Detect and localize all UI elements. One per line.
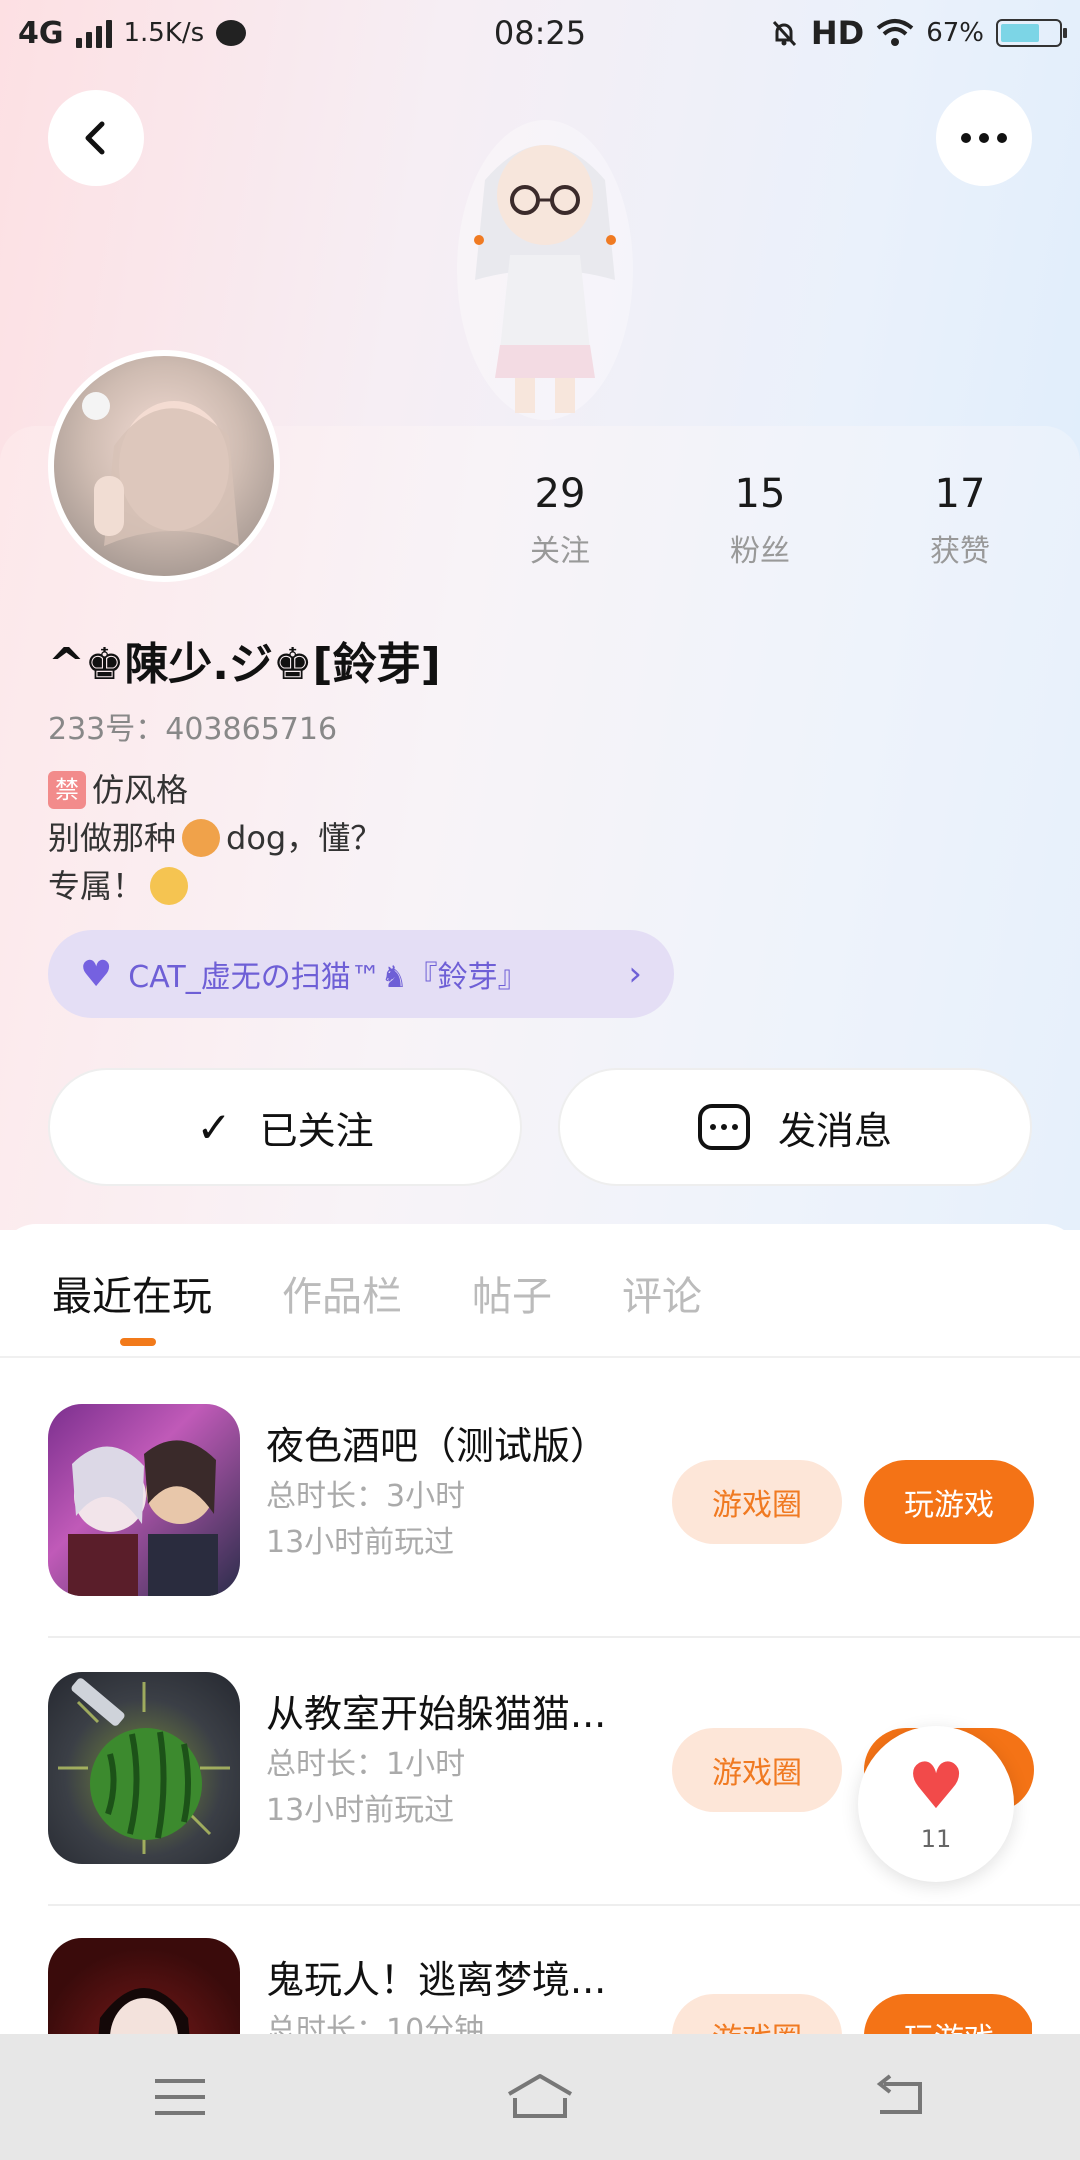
- game-row[interactable]: 鬼玩人！逃离梦境... 总时长：10分钟 游戏圈 玩游戏: [48, 1938, 1032, 2034]
- more-options-button[interactable]: [936, 90, 1032, 186]
- game-icon-watermelon[interactable]: [48, 1672, 240, 1864]
- home-icon: [507, 2074, 573, 2118]
- play-game-button[interactable]: 玩游戏: [864, 1460, 1034, 1544]
- tab-comments[interactable]: 评论: [622, 1264, 702, 1354]
- bio-line-3: 专属！: [48, 867, 145, 905]
- play-game-button[interactable]: 玩游戏: [864, 1994, 1032, 2034]
- chevron-left-icon: [85, 121, 105, 155]
- hd-indicator: HD: [810, 14, 865, 52]
- heart-icon: ♥: [907, 1750, 965, 1824]
- followers-count: 15: [734, 471, 786, 517]
- likes-label: 获赞: [930, 534, 990, 569]
- tab-works[interactable]: 作品栏: [282, 1264, 402, 1354]
- character-figure-image: [457, 120, 633, 420]
- game-duration: 总时长：1小时: [266, 1747, 466, 1782]
- followers-label: 粉丝: [730, 534, 790, 569]
- username: ^♚陳少.ジ♚[鈴芽]: [48, 639, 441, 690]
- following-count: 29: [534, 471, 586, 517]
- chat-notification-icon: [216, 20, 247, 46]
- system-navigation-bar: [0, 2034, 1080, 2160]
- likes-count: 17: [934, 471, 986, 517]
- send-message-button[interactable]: 发消息: [558, 1068, 1032, 1186]
- game-circle-button[interactable]: 游戏圈: [672, 1728, 842, 1812]
- row-divider: [48, 1636, 1080, 1638]
- guild-heart-icon: ♥: [80, 953, 113, 995]
- back-nav-button[interactable]: [860, 2067, 940, 2127]
- game-circle-button[interactable]: 游戏圈: [672, 1994, 842, 2034]
- following-button-label: 已关注: [259, 1108, 374, 1153]
- profile-tabs: 最近在玩 作品栏 帖子 评论: [0, 1264, 1080, 1354]
- profile-stats: 29 关注 15 粉丝 17 获赞: [480, 466, 1040, 570]
- signal-icon: [75, 18, 112, 48]
- game-last-played: 13小时前玩过: [266, 1525, 455, 1560]
- game-icon-nightbar[interactable]: [48, 1404, 240, 1596]
- message-bubble-icon: [697, 1104, 750, 1150]
- row-divider: [48, 1904, 1080, 1906]
- back-arrow-icon: [876, 2074, 922, 2114]
- network-type: 4G: [18, 15, 64, 51]
- tab-posts[interactable]: 帖子: [472, 1264, 552, 1354]
- game-title: 从教室开始躲猫猫...: [266, 1692, 607, 1736]
- game-icon-ghost[interactable]: [48, 1938, 240, 2034]
- tab-recently-played[interactable]: 最近在玩: [52, 1264, 212, 1354]
- game-title: 鬼玩人！逃离梦境...: [266, 1958, 607, 2002]
- game-row[interactable]: 夜色酒吧（测试版） 总时长：3小时 13小时前玩过 游戏圈 玩游戏: [48, 1404, 1034, 1670]
- content-section: 最近在玩 作品栏 帖子 评论 夜色酒吧（测试版） 总时长：3小时 13小时前玩过…: [0, 1224, 1080, 2034]
- tabs-divider: [0, 1356, 1080, 1358]
- game-circle-button[interactable]: 游戏圈: [672, 1460, 842, 1544]
- menu-icon: [155, 2079, 205, 2115]
- send-message-label: 发消息: [777, 1108, 892, 1153]
- dog-emoji-icon: [182, 819, 221, 857]
- followers-stat[interactable]: 15 粉丝: [680, 466, 840, 570]
- battery-percent: 67%: [926, 18, 984, 48]
- game-duration: 总时长：10分钟: [266, 2013, 485, 2034]
- like-count: 11: [920, 1825, 952, 1853]
- likes-stat[interactable]: 17 获赞: [880, 466, 1040, 570]
- check-icon: ✓: [196, 1102, 232, 1152]
- guild-badge[interactable]: ♥ CAT_虚无の扫猫™♞『鈴芽』 ›: [48, 930, 674, 1018]
- game-title: 夜色酒吧（测试版）: [266, 1424, 609, 1468]
- user-avatar[interactable]: [48, 350, 280, 582]
- bell-off-icon: [772, 20, 796, 47]
- following-button[interactable]: ✓ 已关注: [48, 1068, 522, 1186]
- home-button[interactable]: [500, 2067, 580, 2127]
- network-speed: 1.5K/s: [123, 18, 205, 48]
- game-duration: 总时长：3小时: [266, 1479, 466, 1514]
- game-info: 夜色酒吧（测试版） 总时长：3小时 13小时前玩过: [266, 1418, 686, 1566]
- more-dots-icon: [961, 133, 1007, 143]
- bio-line-2a: 别做那种: [48, 819, 177, 857]
- bio-line-1: 仿风格: [92, 771, 189, 809]
- status-bar: 4G 1.5K/s 08:25 HD 67%: [0, 0, 1080, 66]
- following-stat[interactable]: 29 关注: [480, 466, 640, 570]
- back-button[interactable]: [48, 90, 144, 186]
- game-last-played: 13小时前玩过: [266, 1793, 455, 1828]
- following-label: 关注: [530, 534, 590, 569]
- bio-line-2b: dog，懂？: [226, 819, 383, 857]
- wifi-icon: [876, 19, 914, 46]
- game-info: 鬼玩人！逃离梦境... 总时长：10分钟: [266, 1952, 686, 2034]
- clock: 08:25: [493, 14, 587, 52]
- game-info: 从教室开始躲猫猫... 总时长：1小时 13小时前玩过: [266, 1686, 686, 1834]
- battery-icon: [996, 19, 1067, 47]
- user-id: 233号：403865716: [48, 712, 338, 747]
- menu-button[interactable]: [140, 2067, 220, 2127]
- chevron-right-icon: ›: [628, 954, 642, 994]
- avatar-photo-image: [82, 392, 239, 546]
- like-button[interactable]: ♥ 11: [858, 1726, 1014, 1882]
- ban-badge: 禁: [48, 771, 86, 809]
- user-bio: 禁 仿风格 别做那种 dog，懂？ 专属！: [48, 766, 382, 910]
- guild-name: CAT_虚无の扫猫™♞『鈴芽』: [128, 960, 528, 995]
- kiss-emoji-icon: [150, 867, 189, 905]
